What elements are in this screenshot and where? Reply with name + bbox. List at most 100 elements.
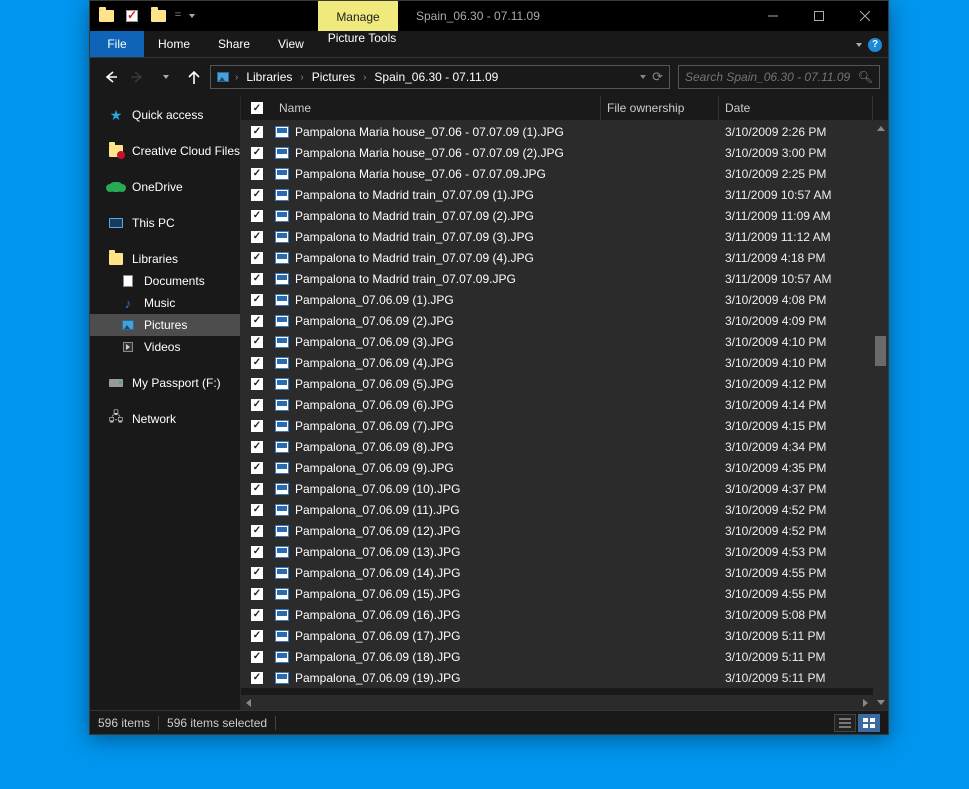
row-checkbox[interactable]: ✓ <box>241 378 273 390</box>
sidebar-libraries[interactable]: Libraries <box>90 248 240 270</box>
file-row[interactable]: ✓Pampalona_07.06.09 (17).JPG3/10/2009 5:… <box>241 625 888 646</box>
file-row[interactable]: ✓Pampalona_07.06.09 (2).JPG3/10/2009 4:0… <box>241 310 888 331</box>
qat-dropdown[interactable]: = <box>172 5 184 27</box>
row-checkbox[interactable]: ✓ <box>241 546 273 558</box>
row-checkbox[interactable]: ✓ <box>241 462 273 474</box>
row-checkbox[interactable]: ✓ <box>241 630 273 642</box>
sidebar-documents[interactable]: Documents <box>90 270 240 292</box>
row-checkbox[interactable]: ✓ <box>241 210 273 222</box>
row-checkbox[interactable]: ✓ <box>241 504 273 516</box>
row-checkbox[interactable]: ✓ <box>241 567 273 579</box>
back-button[interactable] <box>98 65 122 89</box>
qat-folder-2[interactable] <box>146 5 170 27</box>
breadcrumb-sep[interactable]: › <box>298 72 305 83</box>
column-name[interactable]: Name <box>273 96 601 120</box>
file-row[interactable]: ✓Pampalona_07.06.09 (5).JPG3/10/2009 4:1… <box>241 373 888 394</box>
sidebar-creative-cloud[interactable]: Creative Cloud Files <box>90 140 240 162</box>
row-checkbox[interactable]: ✓ <box>241 483 273 495</box>
file-row[interactable]: ✓Pampalona Maria house_07.06 - 07.07.09 … <box>241 142 888 163</box>
refresh-button[interactable]: ⟳ <box>652 69 663 85</box>
file-row[interactable]: ✓Pampalona to Madrid train_07.07.09 (3).… <box>241 226 888 247</box>
maximize-button[interactable] <box>796 1 842 31</box>
scroll-down-button[interactable] <box>873 695 888 710</box>
file-row[interactable]: ✓Pampalona_07.06.09 (18).JPG3/10/2009 5:… <box>241 646 888 667</box>
file-row[interactable]: ✓Pampalona Maria house_07.06 - 07.07.09.… <box>241 163 888 184</box>
file-row[interactable]: ✓Pampalona to Madrid train_07.07.09 (4).… <box>241 247 888 268</box>
row-checkbox[interactable]: ✓ <box>241 420 273 432</box>
sidebar-this-pc[interactable]: This PC <box>90 212 240 234</box>
file-row[interactable]: ✓Pampalona_07.06.09 (3).JPG3/10/2009 4:1… <box>241 331 888 352</box>
breadcrumb-libraries[interactable]: Libraries <box>240 66 298 88</box>
sidebar-quick-access[interactable]: ★Quick access <box>90 104 240 126</box>
file-row[interactable]: ✓Pampalona_07.06.09 (15).JPG3/10/2009 4:… <box>241 583 888 604</box>
row-checkbox[interactable]: ✓ <box>241 189 273 201</box>
view-thumbnails-button[interactable] <box>858 714 880 732</box>
row-checkbox[interactable]: ✓ <box>241 441 273 453</box>
file-row[interactable]: ✓Pampalona_07.06.09 (14).JPG3/10/2009 4:… <box>241 562 888 583</box>
ribbon-collapse-icon[interactable] <box>856 43 862 47</box>
address-dropdown-icon[interactable] <box>640 75 646 79</box>
file-row[interactable]: ✓Pampalona_07.06.09 (12).JPG3/10/2009 4:… <box>241 520 888 541</box>
sidebar-music[interactable]: ♪Music <box>90 292 240 314</box>
row-checkbox[interactable]: ✓ <box>241 399 273 411</box>
scroll-left-button[interactable] <box>241 695 256 710</box>
file-row[interactable]: ✓Pampalona_07.06.09 (4).JPG3/10/2009 4:1… <box>241 352 888 373</box>
file-row[interactable]: ✓Pampalona_07.06.09 (16).JPG3/10/2009 5:… <box>241 604 888 625</box>
tab-home[interactable]: Home <box>144 31 204 57</box>
file-row[interactable]: ✓Pampalona_07.06.09 (7).JPG3/10/2009 4:1… <box>241 415 888 436</box>
row-checkbox[interactable]: ✓ <box>241 357 273 369</box>
tab-picture-tools[interactable]: Picture Tools <box>318 31 406 45</box>
row-checkbox[interactable]: ✓ <box>241 252 273 264</box>
tab-view[interactable]: View <box>264 31 318 57</box>
row-checkbox[interactable]: ✓ <box>241 273 273 285</box>
file-row[interactable]: ✓Pampalona_07.06.09 (11).JPG3/10/2009 4:… <box>241 499 888 520</box>
file-row[interactable]: ✓Pampalona_07.06.09 (8).JPG3/10/2009 4:3… <box>241 436 888 457</box>
qat-properties[interactable] <box>120 5 144 27</box>
row-checkbox[interactable]: ✓ <box>241 315 273 327</box>
column-file-ownership[interactable]: File ownership <box>601 96 719 120</box>
vertical-scrollbar[interactable] <box>873 121 888 710</box>
scroll-up-button[interactable] <box>873 121 888 136</box>
select-all-checkbox[interactable]: ✓ <box>241 102 273 114</box>
help-button[interactable]: ? <box>868 38 882 52</box>
row-checkbox[interactable]: ✓ <box>241 672 273 684</box>
forward-button[interactable] <box>126 65 150 89</box>
contextual-tab-label[interactable]: Manage <box>318 3 398 31</box>
row-checkbox[interactable]: ✓ <box>241 294 273 306</box>
file-row[interactable]: ✓Pampalona Maria house_07.06 - 07.07.09 … <box>241 121 888 142</box>
file-row[interactable]: ✓Pampalona to Madrid train_07.07.09 (2).… <box>241 205 888 226</box>
row-checkbox[interactable]: ✓ <box>241 126 273 138</box>
row-checkbox[interactable]: ✓ <box>241 147 273 159</box>
search-box[interactable]: 🔍︎ <box>678 65 880 89</box>
file-row[interactable]: ✓Pampalona_07.06.09 (19).JPG3/10/2009 5:… <box>241 667 888 688</box>
file-row[interactable]: ✓Pampalona_07.06.09 (9).JPG3/10/2009 4:3… <box>241 457 888 478</box>
recent-locations-button[interactable] <box>154 65 178 89</box>
file-row[interactable]: ✓Pampalona to Madrid train_07.07.09 (1).… <box>241 184 888 205</box>
tab-share[interactable]: Share <box>204 31 264 57</box>
row-checkbox[interactable]: ✓ <box>241 525 273 537</box>
file-row[interactable]: ✓Pampalona_07.06.09 (10).JPG3/10/2009 4:… <box>241 478 888 499</box>
sidebar-onedrive[interactable]: OneDrive <box>90 176 240 198</box>
breadcrumb-sep[interactable]: › <box>361 72 368 83</box>
file-tab[interactable]: File <box>90 31 144 57</box>
file-row[interactable]: ✓Pampalona_07.06.09 (6).JPG3/10/2009 4:1… <box>241 394 888 415</box>
file-row[interactable]: ✓Pampalona to Madrid train_07.07.09.JPG3… <box>241 268 888 289</box>
breadcrumb-pictures[interactable]: Pictures <box>306 66 361 88</box>
up-button[interactable] <box>182 65 206 89</box>
qat-folder-1[interactable] <box>94 5 118 27</box>
row-checkbox[interactable]: ✓ <box>241 336 273 348</box>
column-date[interactable]: Date <box>719 96 873 120</box>
sidebar-pictures[interactable]: Pictures <box>90 314 240 336</box>
row-checkbox[interactable]: ✓ <box>241 609 273 621</box>
view-details-button[interactable] <box>834 714 856 732</box>
sidebar-passport-drive[interactable]: My Passport (F:) <box>90 372 240 394</box>
row-checkbox[interactable]: ✓ <box>241 168 273 180</box>
sidebar-videos[interactable]: Videos <box>90 336 240 358</box>
horizontal-scrollbar[interactable] <box>241 695 873 710</box>
file-row[interactable]: ✓Pampalona_07.06.09 (1).JPG3/10/2009 4:0… <box>241 289 888 310</box>
row-checkbox[interactable]: ✓ <box>241 588 273 600</box>
minimize-button[interactable] <box>750 1 796 31</box>
breadcrumb-current[interactable]: Spain_06.30 - 07.11.09 <box>368 66 504 88</box>
row-checkbox[interactable]: ✓ <box>241 231 273 243</box>
row-checkbox[interactable]: ✓ <box>241 651 273 663</box>
